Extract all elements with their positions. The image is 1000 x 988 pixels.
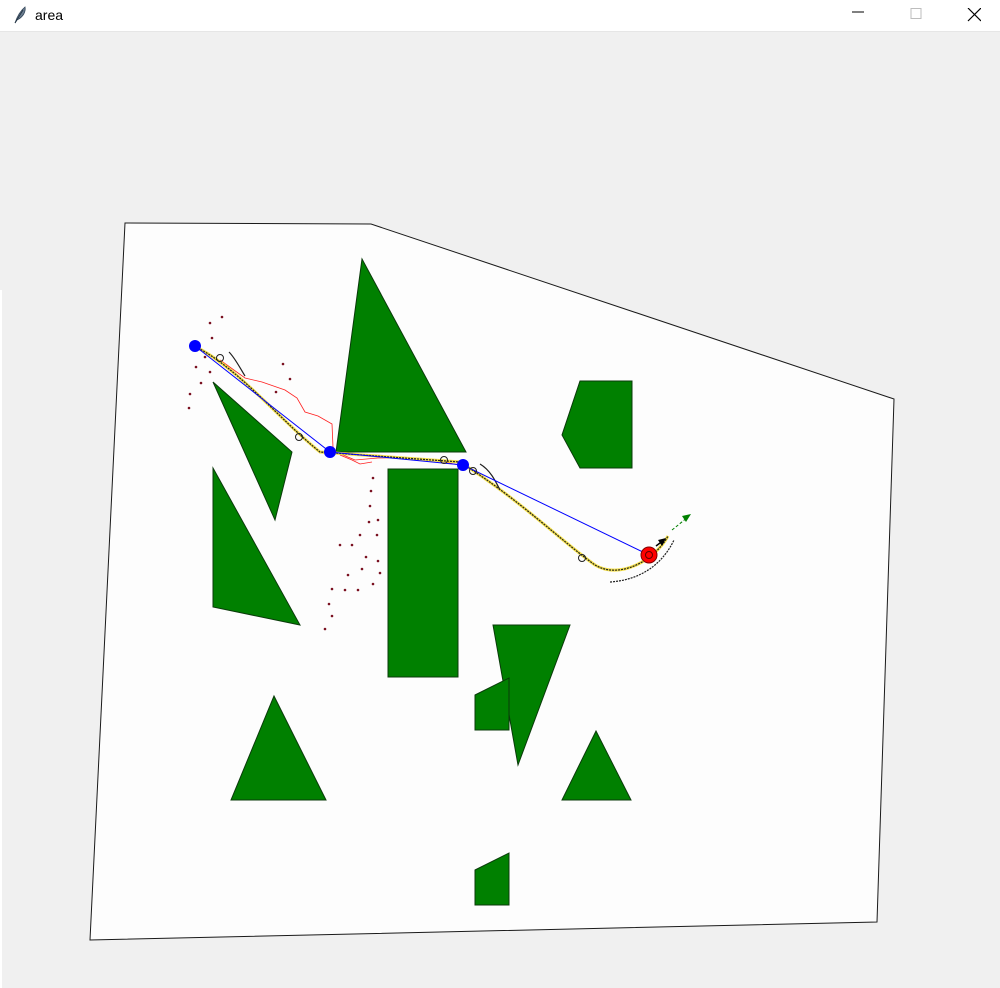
goal-marker[interactable] <box>640 546 658 564</box>
close-icon <box>967 8 981 22</box>
waypoint-start[interactable] <box>189 340 201 352</box>
minimize-button[interactable] <box>835 0 881 31</box>
minimize-icon <box>852 11 864 13</box>
window-title: area <box>35 7 64 23</box>
obstacle-rectangle <box>387 468 459 678</box>
maximize-button[interactable] <box>893 0 939 31</box>
feather-icon <box>14 6 26 24</box>
maximize-icon <box>910 8 922 19</box>
waypoint-3[interactable] <box>457 459 469 471</box>
close-button[interactable] <box>951 0 997 31</box>
title-bar[interactable]: area <box>0 0 1000 32</box>
waypoint-2[interactable] <box>324 446 336 458</box>
map-canvas[interactable] <box>0 31 1000 988</box>
area-boundary <box>89 222 895 941</box>
